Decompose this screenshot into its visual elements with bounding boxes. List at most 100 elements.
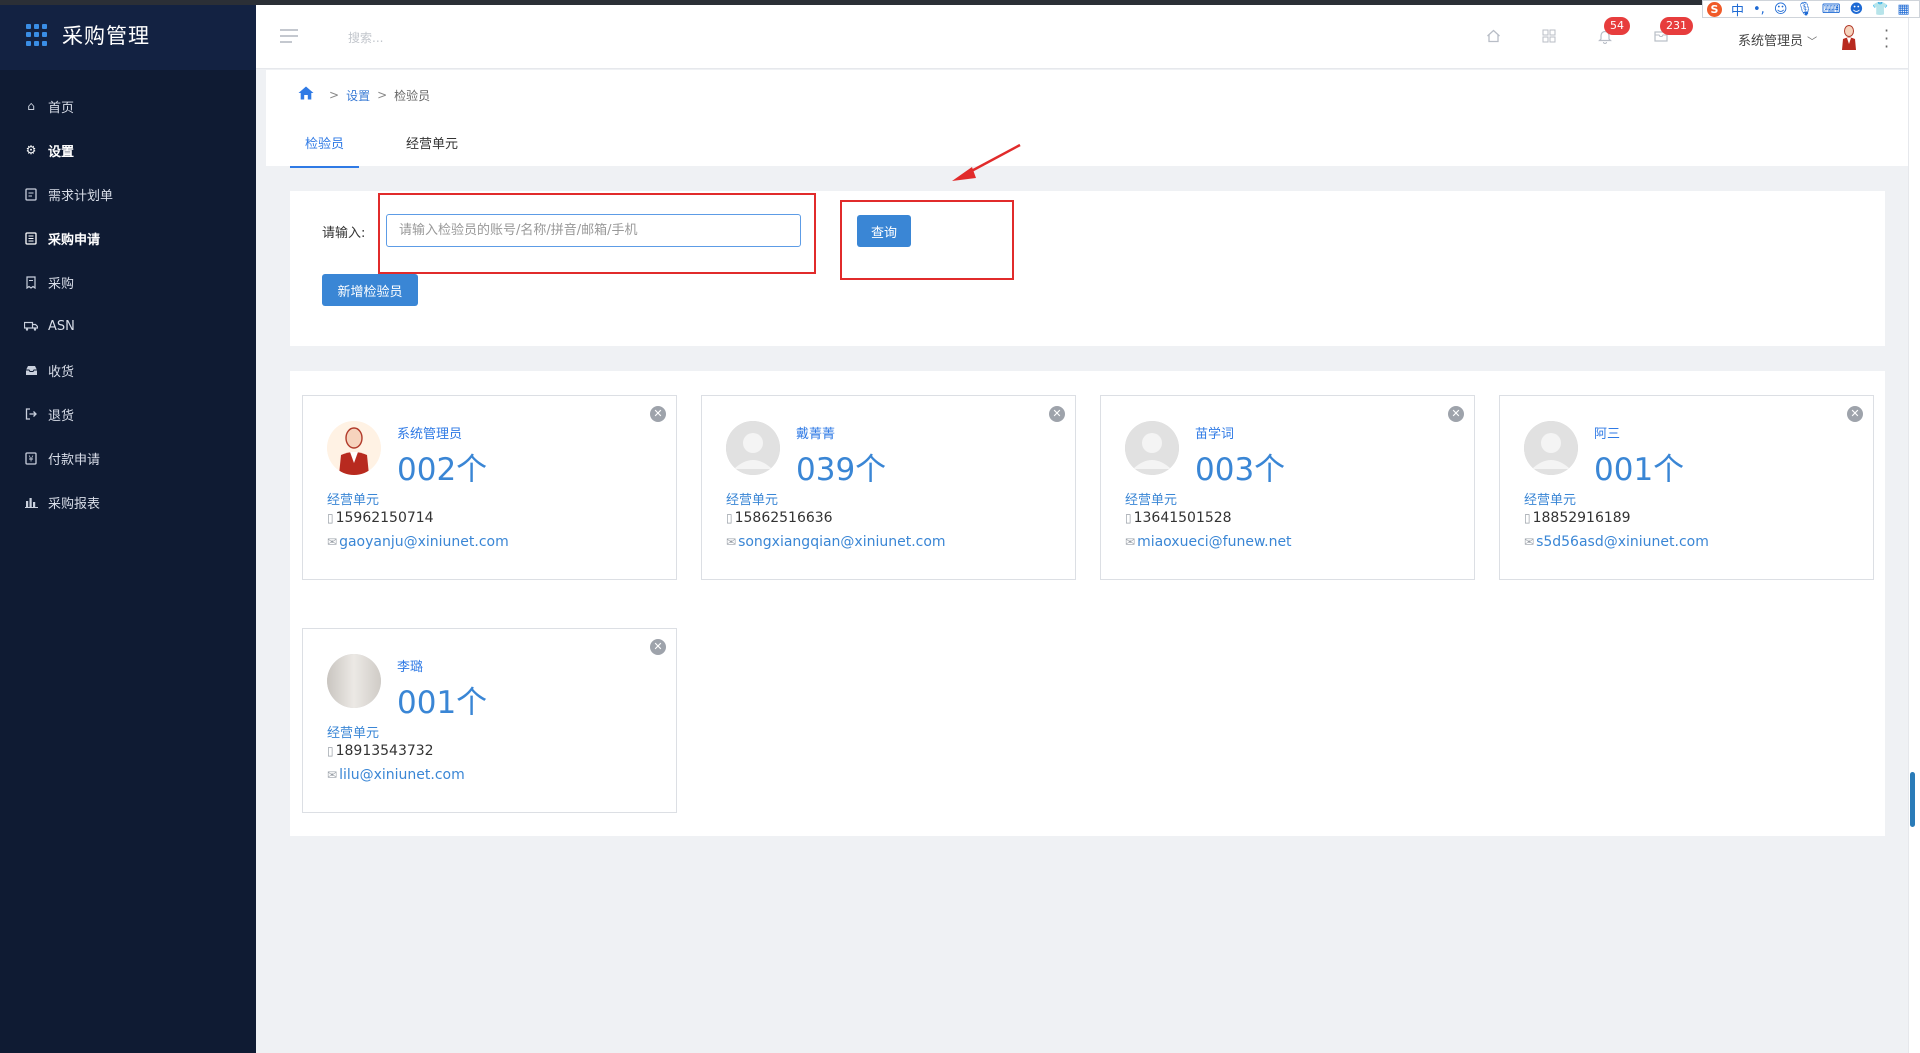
menu-toggle-icon[interactable] [280,29,298,43]
sidebar-item-home[interactable]: ⌂ 首页 [0,84,256,128]
ime-punct-icon[interactable]: •, [1753,2,1765,17]
email-address[interactable]: lilu@xiniunet.com [339,767,465,783]
sidebar-item-label: 退货 [48,408,75,424]
bar-chart-icon [24,495,38,509]
breadcrumb-separator: > [377,88,388,102]
sidebar-item-purchase[interactable]: 采购 [0,260,256,304]
more-vertical-icon[interactable]: · · · [1884,23,1889,55]
ime-logo-icon[interactable]: S [1707,1,1722,17]
sidebar-item-label: 设置 [48,144,75,160]
home-icon[interactable] [1484,29,1502,47]
sidebar-item-label: 采购报表 [48,496,101,512]
truck-icon [24,319,38,333]
user-menu[interactable]: 系统管理员 ﹀ [1738,30,1817,49]
phone-row: ▯ 15962150714 [327,510,434,526]
phone-row: ▯ 18913543732 [327,743,434,759]
delete-icon[interactable]: ✕ [650,639,666,655]
business-unit-link[interactable]: 经营单元 [1125,489,1177,508]
avatar [1125,421,1179,475]
inspector-name[interactable]: 苗学词 [1195,423,1234,442]
sidebar-item-purchase-report[interactable]: 采购报表 [0,480,256,524]
phone-icon: ▯ [1524,511,1531,525]
ime-mic-icon[interactable]: 🎙 [1796,2,1813,17]
sidebar-item-payment-request[interactable]: ¥ 付款申请 [0,436,256,480]
email-address[interactable]: miaoxueci@funew.net [1137,534,1291,550]
avatar [327,421,381,475]
user-name: 系统管理员 [1738,34,1804,49]
sidebar-item-return[interactable]: 退货 [0,392,256,436]
sidebar-item-settings[interactable]: ⚙ 设置 [0,128,256,172]
tab-inspector[interactable]: 检验员 [290,122,360,168]
delete-icon[interactable]: ✕ [650,406,666,422]
avatar [327,654,381,708]
delete-icon[interactable]: ✕ [1847,406,1863,422]
sidebar-item-demand-plan[interactable]: 需求计划单 [0,172,256,216]
delete-icon[interactable]: ✕ [1049,406,1065,422]
sidebar: 采购管理 ⌂ 首页 ⚙ 设置 需求计划单 采购申请 采购 ASN 收货 退货 ¥… [0,0,256,1053]
scrollbar[interactable] [1910,772,1915,827]
inspector-name[interactable]: 系统管理员 [397,423,462,442]
inspector-card[interactable]: ✕ 苗学词 003个 经营单元 ▯ 13641501528 ✉ miaoxueci@… [1100,395,1475,580]
search-input[interactable] [348,27,648,49]
inspector-count: 003个 [1195,452,1286,488]
top-header: 54 231 系统管理员 ﹀ ··· [256,5,1908,69]
email-row: ✉ songxiangqian@xiniunet.com [726,534,946,550]
return-icon [24,407,38,421]
bell-icon[interactable]: 54 [1596,17,1630,47]
business-unit-link[interactable]: 经营单元 [1524,489,1576,508]
phone-row: ▯ 18852916189 [1524,510,1631,526]
ime-grid-icon[interactable]: ▦ [1897,2,1909,17]
breadcrumb-separator: > [329,88,340,102]
phone-row: ▯ 13641501528 [1125,510,1232,526]
mail-icon: ✉ [1125,535,1136,549]
avatar[interactable] [1840,24,1858,50]
message-badge: 231 [1660,17,1693,35]
email-address[interactable]: songxiangqian@xiniunet.com [738,534,946,550]
phone-number: 18913543732 [335,743,434,759]
inspector-name[interactable]: 阿三 [1594,423,1620,442]
delete-icon[interactable]: ✕ [1448,406,1464,422]
sidebar-item-asn[interactable]: ASN [0,304,256,348]
inspector-card[interactable]: ✕ 阿三 001个 经营单元 ▯ 18852916189 ✉ s5d56asd@xi… [1499,395,1874,580]
sidebar-item-label: 需求计划单 [48,188,114,204]
business-unit-link[interactable]: 经营单元 [327,489,379,508]
inspector-card[interactable]: ✕ 李璐 001个 经营单元 ▯ 18913543732 ✉ lilu@xiniun… [302,628,677,813]
avatar [726,421,780,475]
breadcrumb-settings[interactable]: 设置 [346,87,370,104]
email-address[interactable]: s5d56asd@xiniunet.com [1536,534,1709,550]
ime-lang-icon[interactable]: 中 [1731,0,1744,19]
inspector-name[interactable]: 李璐 [397,656,423,675]
sidebar-item-label: 采购申请 [48,232,101,248]
email-row: ✉ s5d56asd@xiniunet.com [1524,534,1709,550]
tab-business-unit[interactable]: 经营单元 [391,122,473,168]
breadcrumb-current: 检验员 [394,88,431,103]
inspector-card[interactable]: ✕ 戴菁菁 039个 经营单元 ▯ 15862516636 ✉ songxiangq… [701,395,1076,580]
tab-bar: 检验员 经营单元 [290,122,505,168]
phone-icon: ▯ [1125,511,1132,525]
home-icon[interactable] [298,86,314,104]
inspector-card[interactable]: ✕ 系统管理员 002个 经营单元 ▯ 15962150714 ✉ gaoyanju… [302,395,677,580]
brand: 采购管理 [0,0,256,70]
phone-number: 18852916189 [1532,510,1631,526]
phone-number: 15862516636 [734,510,833,526]
phone-icon: ▯ [726,511,733,525]
business-unit-link[interactable]: 经营单元 [726,489,778,508]
ime-keyboard-icon[interactable]: ⌨ [1822,2,1841,17]
ime-user-icon[interactable]: ☻ [1850,2,1864,17]
add-inspector-button[interactable]: 新增检验员 [322,274,418,306]
notification-badge: 54 [1604,17,1630,35]
apps-grid-icon[interactable] [1540,29,1558,47]
email-address[interactable]: gaoyanju@xiniunet.com [339,534,509,550]
ime-skin-icon[interactable]: 👕 [1872,2,1888,17]
ime-toolbar: S 中 •, ☺ 🎙 ⌨ ☻ 👕 ▦ [1702,0,1920,19]
app-title: 采购管理 [62,24,150,48]
annotation-box-query [840,200,1014,280]
business-unit-link[interactable]: 经营单元 [327,722,379,741]
sidebar-item-purchase-request[interactable]: 采购申请 [0,216,256,260]
email-row: ✉ gaoyanju@xiniunet.com [327,534,509,550]
inspector-name[interactable]: 戴菁菁 [796,423,835,442]
app-grid-icon[interactable] [26,24,48,46]
message-icon[interactable]: 231 [1652,17,1693,47]
sidebar-item-receive[interactable]: 收货 [0,348,256,392]
ime-emoji-icon[interactable]: ☺ [1774,2,1788,17]
